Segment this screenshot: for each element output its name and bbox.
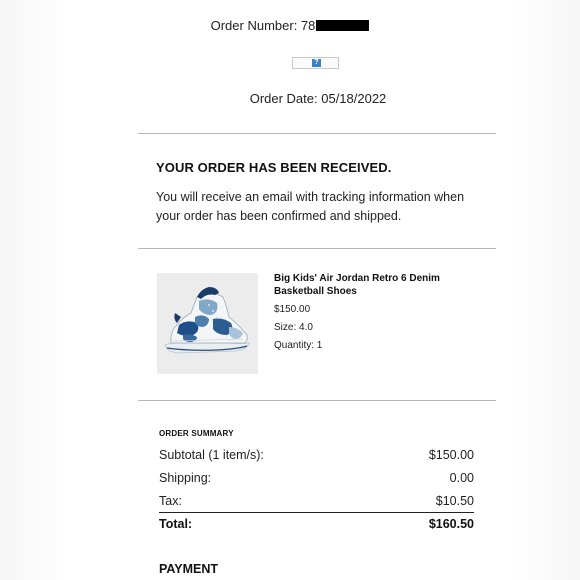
left-edge-shade (0, 0, 70, 580)
total-divider (159, 512, 474, 513)
order-number-label: Order Number: 78 (210, 18, 316, 33)
subtotal-value: $150.00 (428, 448, 474, 462)
product-quantity: Quantity: 1 (274, 340, 323, 351)
right-edge-shade (510, 0, 580, 580)
order-number: Order Number: 78 (0, 18, 580, 33)
total-value: $160.50 (428, 517, 474, 531)
order-summary-heading: ORDER SUMMARY (159, 429, 234, 438)
confirmation-title: YOUR ORDER HAS BEEN RECEIVED. (156, 160, 392, 175)
order-date: Order Date: 05/18/2022 (249, 91, 387, 106)
product-price: $150.00 (274, 304, 311, 315)
shipping-row: Shipping: 0.00 (159, 471, 474, 487)
divider (138, 400, 496, 401)
order-confirmation-page: Order Number: 78 ? Order Date: 05/18/202… (0, 0, 580, 580)
shipping-value: 0.00 (449, 471, 474, 485)
redaction-bar (316, 20, 370, 31)
shipping-label: Shipping: (159, 471, 212, 485)
tax-label: Tax: (159, 494, 182, 508)
product-size: Size: 4.0 (274, 322, 313, 333)
subtotal-row: Subtotal (1 item/s): $150.00 (159, 448, 474, 464)
product-image[interactable] (157, 273, 258, 374)
broken-image-icon: ? (292, 57, 339, 69)
subtotal-label: Subtotal (1 item/s): (159, 448, 264, 462)
question-mark-icon: ? (312, 59, 321, 67)
divider (138, 133, 496, 134)
total-row: Total: $160.50 (159, 517, 474, 533)
confirmation-message: You will receive an email with tracking … (156, 190, 465, 223)
tax-value: $10.50 (435, 494, 474, 508)
product-name[interactable]: Big Kids' Air Jordan Retro 6 Denim Baske… (274, 273, 474, 298)
payment-heading: PAYMENT (159, 562, 219, 576)
tax-row: Tax: $10.50 (159, 494, 474, 510)
sneaker-image (157, 273, 258, 374)
divider (138, 248, 496, 249)
total-label: Total: (159, 517, 193, 531)
